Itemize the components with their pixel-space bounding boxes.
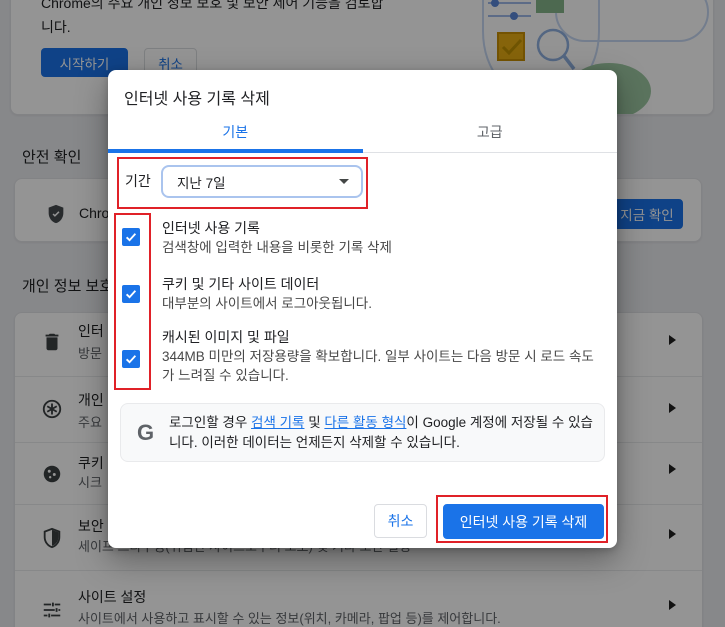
chrome-settings-screen: Chrome의 주요 개인 정보 보호 및 보안 제어 기능을 검토합니다. 시… [0, 0, 725, 627]
browsing-history-checkbox[interactable] [122, 228, 140, 246]
checkbox-title: 인터넷 사용 기록 [162, 220, 260, 236]
time-range-label: 기간 [125, 173, 151, 189]
tab-basic[interactable]: 기본 [108, 112, 363, 153]
notice-text: 및 [304, 415, 325, 430]
dialog-title: 인터넷 사용 기록 삭제 [124, 91, 270, 108]
cookies-checkbox[interactable] [122, 285, 140, 303]
search-history-link[interactable]: 검색 기록 [251, 415, 304, 430]
cached-images-checkbox[interactable] [122, 350, 140, 368]
google-g-icon: G [137, 420, 155, 445]
dialog-cancel-button[interactable]: 취소 [374, 504, 427, 538]
other-activity-link[interactable]: 다른 활동 형식 [324, 415, 406, 430]
time-range-value: 지난 7일 [177, 175, 226, 191]
clear-browsing-data-dialog: 인터넷 사용 기록 삭제 기본 고급 기간 지난 7일 인터넷 사용 기록 검색… [108, 70, 617, 548]
checkbox-title: 캐시된 이미지 및 파일 [162, 329, 290, 345]
checkbox-title: 쿠키 및 기타 사이트 데이터 [162, 276, 320, 292]
check-icon [125, 290, 137, 299]
dialog-tabs: 기본 고급 [108, 112, 617, 153]
google-notice-text: 로그인할 경우 검색 기록 및 다른 활동 형식이 Google 계정에 저장될… [169, 413, 593, 453]
checkbox-subtitle: 대부분의 사이트에서 로그아웃됩니다. [162, 296, 372, 311]
checkbox-subtitle: 검색창에 입력한 내용을 비롯한 기록 삭제 [162, 240, 392, 255]
clear-data-button[interactable]: 인터넷 사용 기록 삭제 [443, 504, 604, 539]
notice-text: 로그인할 경우 [169, 415, 252, 430]
time-range-select[interactable]: 지난 7일 [161, 165, 363, 198]
caret-down-icon [339, 179, 349, 184]
checkbox-subtitle: 344MB 미만의 저장용량을 확보합니다. 일부 사이트는 다음 방문 시 로… [162, 349, 594, 383]
tab-advanced[interactable]: 고급 [363, 112, 618, 152]
check-icon [125, 233, 137, 242]
check-icon [125, 355, 137, 364]
google-account-notice: G 로그인할 경우 검색 기록 및 다른 활동 형식이 Google 계정에 저… [120, 403, 605, 462]
